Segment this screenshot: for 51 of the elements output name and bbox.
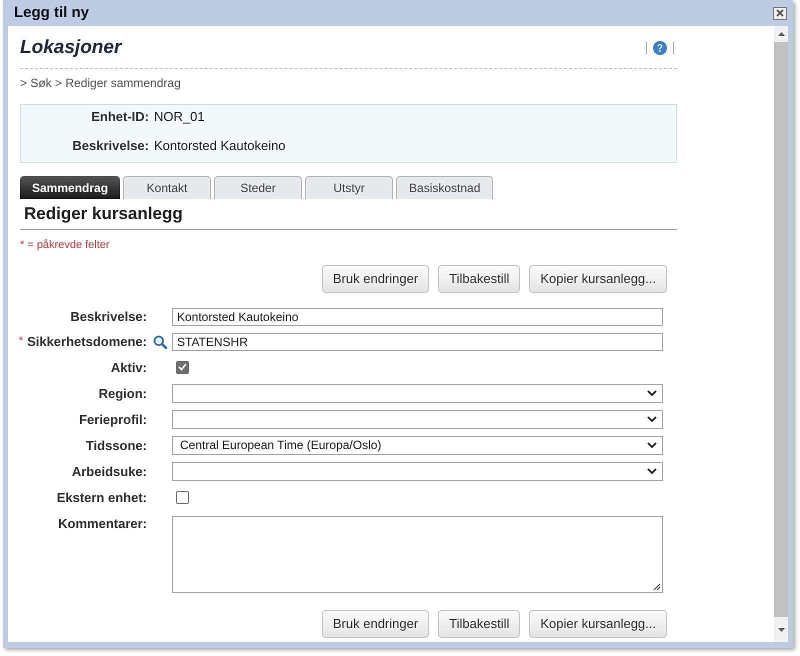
reset-button[interactable]: Tilbakestill [438, 265, 520, 293]
summary-value: NOR_01 [154, 108, 205, 126]
dialog-title: Legg til ny [14, 2, 89, 23]
resize-grip-icon [653, 583, 660, 590]
scroll-down-icon[interactable] [778, 628, 784, 632]
checkbox[interactable] [176, 360, 189, 374]
page-title: Lokasjoner [20, 36, 122, 60]
field-label: Ekstern enhet: [56, 490, 147, 504]
tab[interactable]: Utstyr [305, 176, 394, 199]
checkbox[interactable] [176, 490, 189, 504]
help-icon[interactable] [653, 41, 667, 55]
chevron-down-icon [647, 442, 657, 448]
text-field[interactable]: STATENSHR [172, 332, 663, 350]
reset-button[interactable]: Tilbakestill [438, 610, 520, 638]
comment-field[interactable] [172, 516, 663, 593]
chevron-down-icon [647, 416, 657, 422]
required-mark: * [18, 334, 24, 349]
apply-button[interactable]: Bruk endringer [322, 610, 430, 638]
field-label: Region: [98, 386, 147, 400]
section-title: Rediger kursanlegg [24, 204, 184, 224]
apply-button[interactable]: Bruk endringer [322, 265, 430, 293]
field-label: Ferieprofil: [79, 412, 147, 426]
scroll-up-icon[interactable] [778, 32, 784, 36]
tab[interactable]: Basiskostnad [396, 176, 494, 199]
tab[interactable]: Sammendrag [20, 176, 120, 199]
summary-label: Enhet-ID: [91, 108, 149, 126]
chevron-down-icon [647, 390, 657, 396]
tab[interactable]: Steder [214, 176, 302, 199]
text-field[interactable]: Kontorsted Kautokeino [172, 308, 663, 326]
dropdown[interactable] [172, 462, 663, 480]
summary-value: Kontorsted Kautokeino [154, 137, 286, 156]
chevron-down-icon [647, 468, 657, 474]
field-label: Sikkerhetsdomene: [27, 334, 147, 349]
dropdown[interactable] [172, 410, 663, 428]
close-icon [776, 9, 784, 17]
field-label: Kommentarer: [58, 516, 147, 531]
copy-button[interactable]: Kopier kursanlegg... [529, 610, 667, 638]
field-label: Arbeidsuke: [72, 464, 147, 478]
field-label: Beskrivelse: [70, 309, 147, 324]
required-note: * = påkrevde felter [20, 238, 111, 252]
summary-label: Beskrivelse: [72, 137, 149, 156]
close-button[interactable] [773, 6, 787, 20]
dropdown[interactable] [172, 384, 663, 402]
dropdown[interactable]: Central European Time (Europa/Oslo) [172, 436, 663, 454]
tab[interactable]: Kontakt [123, 176, 212, 199]
field-label: Aktiv: [110, 360, 147, 374]
checkmark-icon [178, 363, 187, 371]
breadcrumb: > Søk > Rediger sammendrag [20, 76, 182, 90]
search-icon[interactable] [152, 334, 166, 348]
copy-button[interactable]: Kopier kursanlegg... [529, 265, 667, 293]
field-label: Tidssone: [86, 438, 147, 452]
